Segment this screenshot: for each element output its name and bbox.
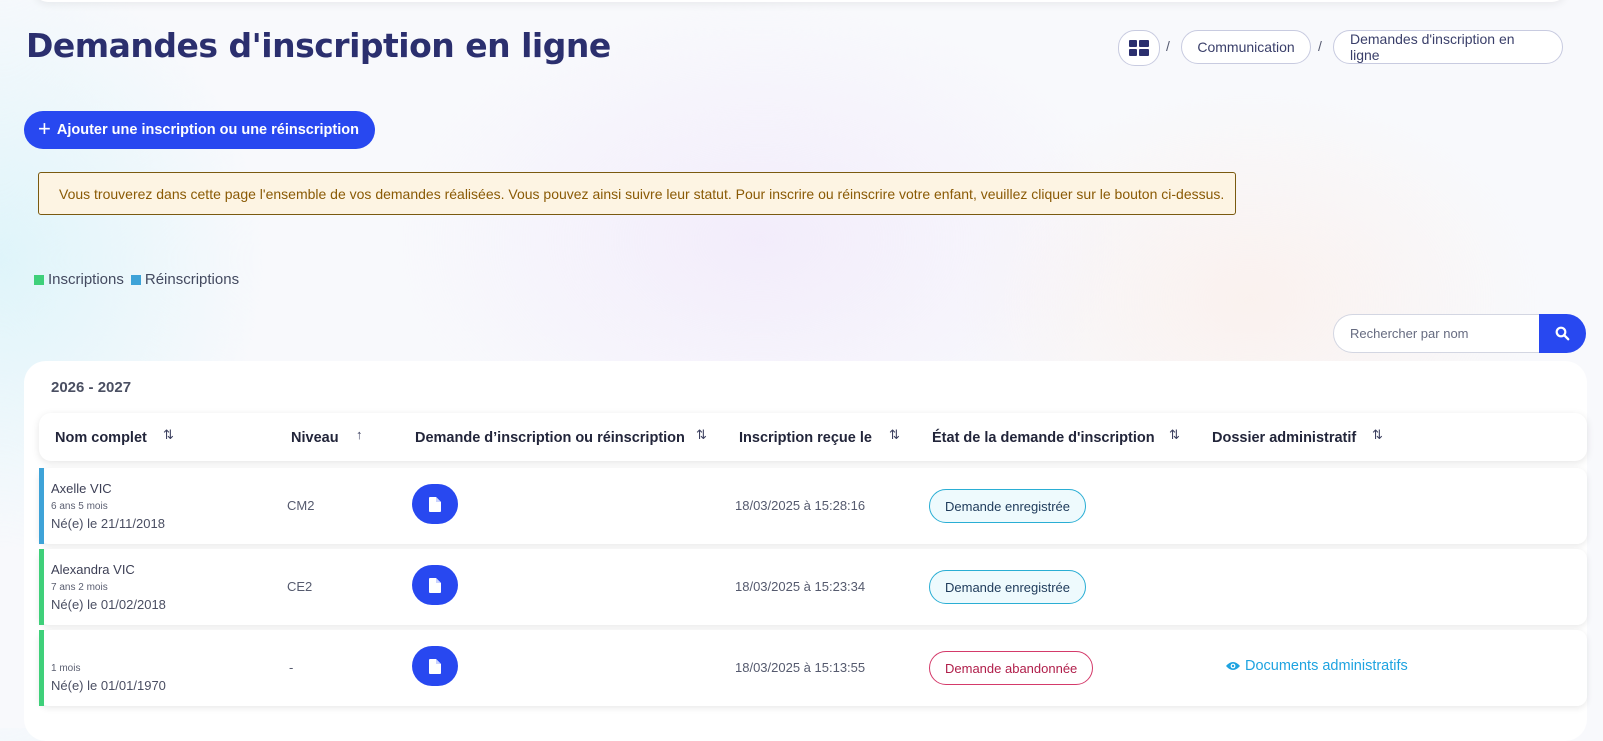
page-title: Demandes d'inscription en ligne: [26, 26, 611, 65]
child-level: CM2: [287, 498, 315, 513]
child-level: CE2: [287, 579, 313, 594]
column-header-received[interactable]: Inscription reçue le: [739, 430, 872, 446]
administrative-documents-label: Documents administratifs: [1245, 658, 1408, 674]
file-icon: [429, 658, 441, 674]
table-row: 1 mois Né(e) le 01/01/1970 - 18/03/2025 …: [39, 630, 1587, 706]
breadcrumb-current-page[interactable]: Demandes d'inscription en ligne: [1333, 30, 1563, 64]
status-badge: Demande enregistrée: [929, 570, 1087, 604]
child-birthdate: Né(e) le 21/11/2018: [51, 516, 165, 531]
row-type-indicator: [39, 630, 44, 706]
administrative-documents-link[interactable]: Documents administratifs: [1226, 658, 1408, 674]
row-type-indicator: [39, 468, 44, 544]
table-header: Nom complet ⇅ Niveau ↑ Demande d’inscrip…: [39, 413, 1587, 461]
table-row: Alexandra VIC 7 ans 2 mois Né(e) le 01/0…: [39, 549, 1587, 625]
column-header-level[interactable]: Niveau: [291, 430, 339, 446]
status-badge: Demande enregistrée: [929, 489, 1087, 523]
column-header-request[interactable]: Demande d’inscription ou réinscription: [415, 430, 685, 446]
sort-icon[interactable]: ⇅: [889, 427, 900, 443]
child-name: Axelle VIC: [51, 481, 112, 496]
column-header-dossier[interactable]: Dossier administratif: [1212, 430, 1356, 446]
legend-swatch-inscriptions: [34, 274, 44, 285]
file-icon: [429, 577, 441, 593]
view-request-button[interactable]: [412, 484, 458, 524]
legend-swatch-reinscriptions: [130, 274, 141, 285]
school-year-label: 2026 - 2027: [51, 379, 132, 396]
column-header-name[interactable]: Nom complet: [55, 430, 147, 446]
dashboard-icon: [1129, 40, 1149, 56]
info-alert: Vous trouverez dans cette page l'ensembl…: [38, 172, 1236, 215]
child-age: 6 ans 5 mois: [51, 501, 108, 512]
child-name: Alexandra VIC: [51, 562, 135, 577]
row-type-indicator: [39, 549, 44, 625]
breadcrumb-separator: /: [1318, 38, 1322, 54]
legend-label-inscriptions: Inscriptions: [48, 271, 124, 288]
search-input[interactable]: [1333, 314, 1543, 353]
add-inscription-label: Ajouter une inscription ou une réinscrip…: [56, 122, 359, 138]
plus-icon: +: [38, 116, 51, 141]
table-row: Axelle VIC 6 ans 5 mois Né(e) le 21/11/2…: [39, 468, 1587, 544]
search-icon: [1555, 326, 1570, 341]
legend-label-reinscriptions: Réinscriptions: [144, 271, 240, 288]
sort-icon[interactable]: ⇅: [1372, 427, 1383, 443]
breadcrumb-communication[interactable]: Communication: [1181, 30, 1311, 64]
child-birthdate: Né(e) le 01/02/2018: [51, 597, 166, 612]
eye-icon: [1226, 662, 1240, 670]
sort-icon[interactable]: ⇅: [163, 427, 174, 443]
search-button[interactable]: [1539, 314, 1586, 353]
search-box: [1333, 314, 1587, 353]
sort-icon[interactable]: ⇅: [696, 427, 707, 443]
add-inscription-button[interactable]: + Ajouter une inscription ou une réinscr…: [24, 111, 375, 149]
breadcrumb-separator: /: [1166, 38, 1170, 54]
sort-icon[interactable]: ⇅: [1169, 427, 1180, 443]
received-date: 18/03/2025 à 15:23:34: [735, 579, 866, 594]
received-date: 18/03/2025 à 15:13:55: [735, 660, 866, 675]
child-birthdate: Né(e) le 01/01/1970: [51, 678, 166, 693]
legend: Inscriptions Réinscriptions: [34, 271, 246, 288]
dashboard-home-button[interactable]: [1118, 30, 1160, 66]
child-level: -: [289, 660, 294, 675]
child-age: 1 mois: [51, 663, 81, 674]
sort-asc-icon[interactable]: ↑: [356, 427, 363, 442]
file-icon: [429, 496, 441, 512]
status-badge: Demande abandonnée: [929, 651, 1094, 685]
view-request-button[interactable]: [412, 646, 458, 686]
legend-item-reinscriptions: Réinscriptions: [130, 271, 240, 288]
legend-item-inscriptions: Inscriptions: [34, 271, 124, 288]
received-date: 18/03/2025 à 15:28:16: [735, 498, 866, 513]
child-age: 7 ans 2 mois: [51, 582, 108, 593]
top-header-bar: [34, 0, 1566, 2]
view-request-button[interactable]: [412, 565, 458, 605]
column-header-status[interactable]: État de la demande d'inscription: [932, 430, 1155, 446]
